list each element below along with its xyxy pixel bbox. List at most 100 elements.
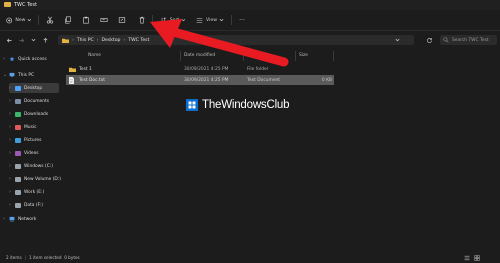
view-button[interactable]: View [196,14,224,26]
star-icon [9,56,15,62]
chevron-down-icon [219,18,224,22]
breadcrumb-separator: › [72,37,74,43]
plus-circle-icon [6,17,13,23]
drive-icon [15,163,21,169]
rename-button[interactable] [99,14,109,26]
address-bar[interactable]: › This PC › Desktop › TWC Test [58,35,414,45]
table-row[interactable]: Test Doc.txt 30/09/2021 4:25 PM Text Doc… [66,75,334,85]
sidebar-item-windows-c[interactable]: › Windows (C:) [9,161,61,171]
sidebar-item-data-f[interactable]: › Data (F:) [9,200,61,210]
column-divider[interactable] [180,51,181,61]
breadcrumb-twc-test[interactable]: TWC Test [128,38,149,43]
videos-icon [15,150,21,156]
sidebar-item-work-e[interactable]: › Work (E:) [9,187,61,197]
sidebar-item-this-pc[interactable]: ⌄ This PC [3,70,63,80]
desktop-icon [15,85,21,91]
text-file-icon [69,76,74,84]
column-divider[interactable] [333,51,334,61]
pictures-icon [15,137,21,143]
toolbar-separator [38,15,39,25]
column-divider[interactable] [295,51,296,61]
title-bar [0,0,500,10]
breadcrumb-this-pc[interactable]: This PC [77,38,94,43]
network-icon [9,216,15,222]
forward-button[interactable] [16,35,26,45]
watermark-logo: TheWindowsClub [186,97,318,113]
downloads-icon [15,111,21,117]
rename-icon [100,18,108,22]
back-button[interactable] [4,35,14,45]
column-header-name[interactable]: Name [88,53,101,58]
new-label: New [15,17,26,23]
sidebar-item-network[interactable]: › Network [3,214,63,224]
copy-button[interactable] [63,14,73,26]
chevron-down-icon [181,18,186,22]
up-button[interactable] [40,35,50,45]
toolbar-separator [231,15,232,25]
folder-icon [69,67,76,72]
file-type: Text Document [247,77,281,83]
sidebar-item-quick-access[interactable]: › Quick access [3,54,63,64]
chevron-down-icon [27,19,32,22]
folder-icon [62,38,69,43]
column-divider[interactable] [243,51,244,61]
refresh-button[interactable] [424,35,434,45]
paste-icon [83,16,89,24]
sidebar-item-pictures[interactable]: › Pictures [9,135,59,145]
arrow-up-icon [43,37,47,43]
new-button[interactable]: New [6,14,32,26]
pc-icon [9,72,15,78]
watermark-text: TheWindowsClub [202,99,290,111]
file-size: 0 KB [321,77,332,83]
view-label: View [206,17,217,23]
drive-icon [15,189,21,195]
windows-club-logo-icon [186,99,198,111]
status-item-count: 2 items [6,255,22,260]
sort-button[interactable]: Sort [160,14,186,26]
file-date: 30/09/2021 4:25 PM [184,77,229,83]
breadcrumb-desktop[interactable]: Desktop [102,38,121,43]
chevron-down-icon[interactable] [395,38,400,42]
column-header-size[interactable]: Size [299,53,308,58]
sidebar-item-downloads[interactable]: › Downloads [9,109,59,119]
address-row: › This PC › Desktop › TWC Test Search TW… [0,31,500,49]
drive-icon [15,176,21,182]
file-name: Test 1 [79,66,92,72]
more-options-button[interactable]: ··· [236,14,248,26]
paste-button[interactable] [81,14,91,26]
sidebar-item-new-volume-d[interactable]: › New Volume (D:) [9,174,61,184]
breadcrumb-separator: › [96,37,99,43]
sort-icon [160,16,166,24]
sidebar-item-music[interactable]: › Music [9,122,59,132]
file-type: File folder [247,66,269,72]
trash-icon [139,16,145,24]
chevron-down-icon [31,38,35,42]
search-placeholder: Search TWC Test [452,37,489,43]
music-icon [15,124,21,130]
share-button[interactable] [117,14,127,26]
file-date: 30/09/2021 4:25 PM [184,66,229,72]
column-header-type[interactable]: Type [247,53,257,58]
sidebar-item-documents[interactable]: › Documents [9,96,59,106]
details-view-icon[interactable] [464,255,470,261]
folder-icon [4,2,11,7]
navigation-pane: › Quick access ⌄ This PC › Desktop › Doc… [0,50,62,250]
documents-icon [15,98,21,104]
arrow-left-icon [6,38,12,42]
delete-button[interactable] [137,14,147,26]
cut-button[interactable] [45,14,55,26]
column-header-date-modified[interactable]: Date modified [184,53,215,58]
file-list: Name Date modified Type Size Test 1 30/0… [66,50,500,250]
search-icon [443,37,449,43]
file-name: Test Doc.txt [79,77,105,83]
refresh-icon [426,37,432,43]
sidebar-item-videos[interactable]: › Videos [9,148,59,158]
sidebar-item-desktop[interactable]: › Desktop [9,83,59,93]
window-title: TWC Test [14,2,37,8]
command-bar: New Sort View ··· [0,10,500,31]
tiles-view-icon[interactable] [474,254,480,261]
search-box[interactable]: Search TWC Test [440,35,497,45]
recent-locations-button[interactable] [28,35,38,45]
table-row[interactable]: Test 1 30/09/2021 4:25 PM File folder [66,64,334,74]
status-selection: 1 item selected 0 bytes [29,255,80,260]
